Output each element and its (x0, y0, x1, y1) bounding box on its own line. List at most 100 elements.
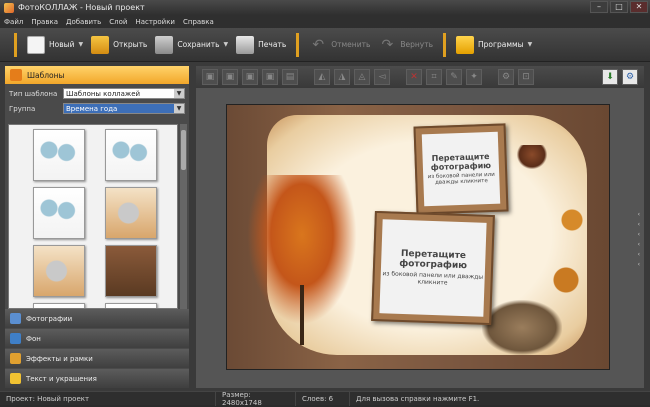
thumbnail-scrollbar[interactable] (180, 124, 187, 309)
menu-settings[interactable]: Настройки (135, 18, 175, 26)
chevron-down-icon[interactable]: ▼ (528, 41, 533, 48)
template-type-select[interactable]: Шаблоны коллажей ▼ (63, 88, 185, 99)
chevron-left-icon[interactable]: ‹ (638, 251, 640, 258)
group-label: Группа (9, 104, 36, 113)
photos-icon (10, 313, 21, 324)
menu-help[interactable]: Справка (183, 18, 214, 26)
template-thumbnail-list (8, 124, 178, 309)
category-label: Фотографии (26, 314, 73, 323)
category-label: Эффекты и рамки (26, 354, 93, 363)
canvas-area: ▣ ▣ ▣ ▣ ▤ ◭ ◮ ◬ ◅ ✕ ⌗ ✎ ✦ ⚙ ⊡ ⬇ ⚙ Перета… (196, 66, 644, 388)
menu-add[interactable]: Добавить (66, 18, 101, 26)
category-label: Текст и украшения (26, 374, 97, 383)
open-button-label: Открыть (113, 40, 148, 49)
printer-icon (236, 35, 255, 54)
open-button[interactable]: Открыть (87, 32, 151, 58)
maximize-button[interactable]: □ (610, 1, 628, 13)
crop-icon[interactable]: ⌗ (426, 69, 442, 85)
category-effects[interactable]: Эффекты и рамки (5, 349, 189, 368)
print-button[interactable]: Печать (232, 32, 290, 58)
chevron-left-icon[interactable]: ‹ (638, 261, 640, 268)
collage-canvas[interactable]: Перетащите фотографию из боковой панели … (226, 104, 610, 370)
template-thumbnail[interactable] (105, 129, 157, 181)
status-project: Проект: Новый проект (0, 391, 216, 406)
template-thumbnail[interactable] (33, 129, 85, 181)
photo-placeholder[interactable]: Перетащите фотографию из боковой панели … (379, 219, 487, 317)
templates-section-header[interactable]: Шаблоны (5, 66, 189, 84)
template-thumbnail[interactable] (105, 245, 157, 297)
folder-icon (91, 35, 110, 54)
template-thumbnail[interactable] (33, 187, 85, 239)
background-icon (10, 333, 21, 344)
settings-gear-icon[interactable]: ⚙ (498, 69, 514, 85)
gift-box-icon (456, 35, 475, 54)
close-button[interactable]: ✕ (630, 1, 648, 13)
template-type-label: Тип шаблона (9, 89, 58, 98)
status-layers: Слоев: 6 (296, 391, 350, 406)
category-text[interactable]: Текст и украшения (5, 369, 189, 388)
group-value: Времена года (66, 105, 118, 113)
chevron-down-icon[interactable]: ▼ (174, 89, 184, 98)
template-thumbnail[interactable] (33, 245, 85, 297)
programs-button-label: Программы (478, 40, 524, 49)
minimize-button[interactable]: – (590, 1, 608, 13)
canvas-toolbar: ▣ ▣ ▣ ▣ ▤ ◭ ◮ ◬ ◅ ✕ ⌗ ✎ ✦ ⚙ ⊡ ⬇ ⚙ (196, 66, 644, 88)
side-panel-toggle[interactable]: ‹ ‹ ‹ ‹ ‹ ‹ (638, 211, 640, 268)
layer-backward-icon[interactable]: ▣ (242, 69, 258, 85)
photo-frame-bottom[interactable]: Перетащите фотографию из боковой панели … (371, 210, 495, 326)
group-row: Группа Времена года ▼ (5, 101, 189, 116)
layer-forward-icon[interactable]: ▣ (222, 69, 238, 85)
flip-horizontal-icon[interactable]: ◭ (314, 69, 330, 85)
left-panel: Шаблоны Тип шаблона Шаблоны коллажей ▼ Г… (5, 66, 189, 388)
print-button-label: Печать (258, 40, 287, 49)
app-logo-icon (4, 2, 14, 13)
tree-trunk (300, 285, 304, 345)
category-label: Фон (26, 334, 41, 343)
template-type-row: Тип шаблона Шаблоны коллажей ▼ (5, 86, 189, 101)
chevron-left-icon[interactable]: ‹ (638, 241, 640, 248)
export-icon[interactable]: ⬇ (602, 69, 618, 85)
menu-layer[interactable]: Слой (109, 18, 127, 26)
mirror-icon[interactable]: ◬ (354, 69, 370, 85)
chevron-left-icon[interactable]: ‹ (638, 211, 640, 218)
chevron-down-icon[interactable]: ▼ (174, 104, 184, 113)
magic-wand-icon[interactable]: ✦ (466, 69, 482, 85)
rotate-icon[interactable]: ◅ (374, 69, 390, 85)
layer-bring-front-icon[interactable]: ▣ (202, 69, 218, 85)
menu-bar: Файл Правка Добавить Слой Настройки Спра… (0, 15, 650, 28)
template-thumbnail[interactable] (105, 187, 157, 239)
lock-icon[interactable]: ⊡ (518, 69, 534, 85)
layer-send-back-icon[interactable]: ▣ (262, 69, 278, 85)
placeholder-hint: из боковой панели или дважды кликните (382, 270, 484, 287)
flip-vertical-icon[interactable]: ◮ (334, 69, 350, 85)
group-select[interactable]: Времена года ▼ (63, 103, 185, 114)
photo-frame-top[interactable]: Перетащите фотографию из боковой панели … (413, 123, 509, 215)
photo-placeholder[interactable]: Перетащите фотографию из боковой панели … (421, 131, 501, 207)
chevron-left-icon[interactable]: ‹ (638, 231, 640, 238)
edit-icon[interactable]: ✎ (446, 69, 462, 85)
category-photos[interactable]: Фотографии (5, 309, 189, 328)
placeholder-hint: из боковой панели или дважды кликните (427, 171, 495, 186)
menu-edit[interactable]: Правка (31, 18, 58, 26)
align-icon[interactable]: ▤ (282, 69, 298, 85)
chevron-down-icon[interactable]: ▼ (224, 41, 229, 48)
delete-icon[interactable]: ✕ (406, 69, 422, 85)
properties-icon[interactable]: ⚙ (622, 69, 638, 85)
chevron-left-icon[interactable]: ‹ (638, 221, 640, 228)
undo-button[interactable]: ↶ Отменить (305, 32, 374, 58)
placeholder-title: Перетащите фотографию (399, 248, 468, 272)
new-button[interactable]: Новый ▼ (23, 32, 87, 58)
templates-header-label: Шаблоны (27, 70, 65, 80)
save-button[interactable]: Сохранить ▼ (151, 32, 232, 58)
window-title: ФотоКОЛЛАЖ - Новый проект (18, 3, 145, 12)
scrollbar-thumb[interactable] (181, 130, 186, 170)
menu-file[interactable]: Файл (4, 18, 23, 26)
category-background[interactable]: Фон (5, 329, 189, 348)
programs-button[interactable]: Программы ▼ (452, 32, 536, 58)
new-button-label: Новый (49, 40, 75, 49)
chevron-down-icon[interactable]: ▼ (78, 41, 83, 48)
status-size: Размер: 2480x1748 (216, 391, 296, 407)
main-toolbar: Новый ▼ Открыть Сохранить ▼ Печать ↶ Отм… (0, 28, 650, 62)
redo-button[interactable]: ↷ Вернуть (374, 32, 437, 58)
toolbar-separator (443, 32, 447, 57)
